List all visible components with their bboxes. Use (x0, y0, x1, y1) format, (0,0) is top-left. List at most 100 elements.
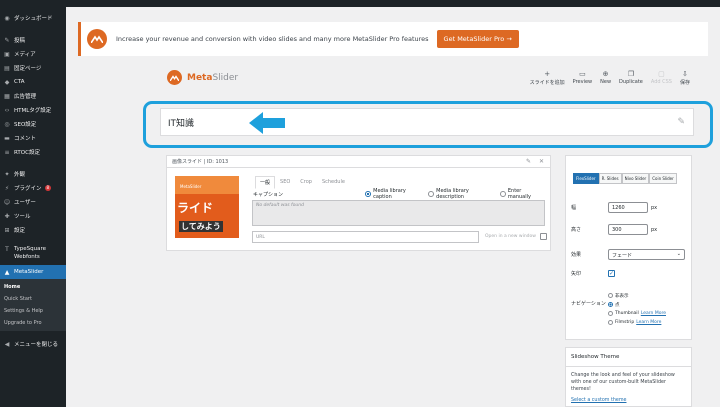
effect-select[interactable]: フェード ⌄ (608, 249, 685, 260)
sidebar-item-comments[interactable]: ▬ コメント (0, 131, 66, 145)
submenu-quick-start[interactable]: Quick Start (0, 293, 66, 305)
get-pro-button[interactable]: Get MetaSlider Pro → (436, 30, 519, 48)
preview-icon: ▭ (579, 70, 586, 78)
nav-option-filmstrip[interactable]: Filmstrip Learn More (608, 318, 666, 327)
slide-editor: 画像スライド | ID: 1013 ✎ ✕ MetaSlider ライド してみよ… (166, 155, 551, 251)
sidebar-item-tools[interactable]: ✚ ツール (0, 209, 66, 223)
tools-icon: ✚ (4, 212, 10, 220)
height-row: 高さ 300 px (571, 224, 657, 235)
metaslider-logo-icon (167, 70, 182, 85)
metaslider-icon: ▲ (4, 268, 10, 276)
sidebar-item-plugins[interactable]: ⚡ プラグイン 8 (0, 181, 66, 195)
dashboard-icon: ◉ (4, 14, 10, 22)
height-input[interactable]: 300 (608, 224, 648, 235)
close-icon[interactable]: ✕ (539, 158, 544, 165)
url-input[interactable]: URL (252, 231, 479, 243)
sidebar-item-users[interactable]: ☺ ユーザー (0, 195, 66, 209)
sidebar-item-typesquare-sub: Webfonts (14, 254, 40, 260)
header-toolbar: + スライドを追加 ▭ Preview ⊕ New ❐ Duplicate ▢ Add C… (530, 70, 690, 86)
caption-row: キャプション Media library caption Media libra… (253, 188, 549, 200)
sidebar-item-media[interactable]: ▣ メディア (0, 47, 66, 61)
seo-icon: ◎ (4, 120, 10, 128)
duplicate-button[interactable]: ❐ Duplicate (619, 70, 643, 86)
caption-textarea[interactable]: No default was found (252, 200, 545, 226)
sidebar-item-html[interactable]: ‹› HTMLタグ設定 (0, 103, 66, 117)
add-css-button[interactable]: ▢ Add CSS (651, 70, 672, 86)
metaslider-submenu: Home Quick Start Settings & Help Upgrade… (0, 279, 66, 331)
learn-more-link[interactable]: Learn More (636, 320, 661, 325)
admin-sidebar: ◉ ダッシュボード ✎ 投稿 ▣ メディア ▤ 固定ページ ◆ CTA ▦ 広告管理 ‹› H… (0, 7, 66, 407)
metaslider-logo-icon (87, 29, 107, 49)
new-icon: ⊕ (602, 70, 609, 78)
sidebar-item-metaslider[interactable]: ▲ MetaSlider (0, 265, 66, 279)
chevron-down-icon: ⌄ (676, 251, 681, 257)
theme-title: Slideshow Theme (566, 348, 691, 367)
width-row: 幅 1260 px (571, 202, 657, 213)
cta-icon: ◆ (4, 78, 10, 86)
highlight-frame (143, 101, 713, 148)
preview-button[interactable]: ▭ Preview (573, 70, 592, 86)
collapse-icon: ◀ (4, 340, 10, 348)
metaslider-brand: MetaSlider (167, 70, 238, 85)
arrows-checkbox[interactable]: ✓ (608, 270, 615, 277)
nav-option-thumbnail[interactable]: Thumbnail Learn More (608, 309, 666, 318)
pencil-icon[interactable]: ✎ (526, 158, 531, 165)
slider-type-switcher: FlexSlider R. Slides Nivo Slider Coin Sl… (573, 173, 677, 184)
effect-row: 効果 フェード ⌄ (571, 249, 685, 260)
radio-media-caption[interactable]: Media library caption (365, 188, 423, 200)
sidebar-item-rtoc[interactable]: ≡ RTOC設定 (0, 145, 66, 159)
submenu-home[interactable]: Home (0, 281, 66, 293)
comment-icon: ▬ (4, 134, 10, 142)
page-icon: ▤ (4, 64, 10, 72)
width-input[interactable]: 1260 (608, 202, 648, 213)
duplicate-icon: ❐ (627, 70, 635, 78)
submenu-upgrade[interactable]: Upgrade to Pro (0, 317, 66, 329)
user-icon: ☺ (3, 198, 11, 206)
ad-icon: ▦ (4, 92, 10, 100)
learn-more-link[interactable]: Learn More (641, 311, 666, 316)
typesquare-icon: T (5, 245, 9, 253)
type-nivo[interactable]: Nivo Slider (621, 173, 650, 184)
sidebar-item-posts[interactable]: ✎ 投稿 (0, 33, 66, 47)
new-button[interactable]: ⊕ New (600, 70, 611, 86)
pin-icon: ✎ (4, 36, 10, 44)
nav-option-hidden[interactable]: 非表示 (608, 291, 666, 300)
navigation-label: ナビゲーション (571, 301, 606, 307)
new-window-option: Open in a new window (485, 233, 547, 240)
sidebar-item-dashboard[interactable]: ◉ ダッシュボード (0, 11, 66, 25)
banner-text: Increase your revenue and conversion wit… (116, 35, 429, 43)
sidebar-item-settings[interactable]: ⊞ 設定 (0, 223, 66, 237)
sidebar-item-typesquare[interactable]: T TypeSquare (0, 245, 66, 253)
slide-thumbnail[interactable]: MetaSlider ライド してみよう (175, 176, 239, 238)
collapse-menu-button[interactable]: ◀ メニューを閉じる (0, 337, 66, 351)
radio-media-description[interactable]: Media library description (428, 188, 495, 200)
pro-upgrade-banner: Increase your revenue and conversion wit… (78, 22, 708, 56)
sidebar-item-pages[interactable]: ▤ 固定ページ (0, 61, 66, 75)
code-icon: ‹› (4, 106, 10, 114)
sidebar-item-appearance[interactable]: ✦ 外観 (0, 167, 66, 181)
nav-option-dots[interactable]: 点 (608, 300, 666, 309)
sidebar-item-seo[interactable]: ◎ SEO設定 (0, 117, 66, 131)
css-icon: ▢ (658, 70, 665, 78)
submenu-settings-help[interactable]: Settings & Help (0, 305, 66, 317)
arrow-pointer-icon (249, 112, 285, 134)
arrows-row: 矢印 ✓ (571, 270, 615, 277)
sidebar-item-ads[interactable]: ▦ 広告管理 (0, 89, 66, 103)
settings-panel: FlexSlider R. Slides Nivo Slider Coin Sl… (565, 155, 692, 340)
add-slide-button[interactable]: + スライドを追加 (530, 70, 565, 86)
theme-panel: Slideshow Theme Change the look and feel… (565, 347, 692, 407)
slide-header: 画像スライド | ID: 1013 ✎ ✕ (167, 156, 550, 168)
type-flexslider[interactable]: FlexSlider (573, 173, 599, 184)
save-icon: ⇩ (682, 70, 688, 78)
radio-enter-manually[interactable]: Enter manually (500, 188, 544, 200)
save-button[interactable]: ⇩ 保存 (680, 70, 690, 86)
select-theme-link[interactable]: Select a custom theme (566, 398, 691, 403)
admin-bar (0, 0, 720, 7)
type-rslides[interactable]: R. Slides (598, 173, 622, 184)
plus-icon: + (544, 70, 551, 78)
plugin-icon: ⚡ (4, 184, 10, 192)
type-coin[interactable]: Coin Slider (649, 173, 677, 184)
sidebar-item-cta[interactable]: ◆ CTA (0, 75, 66, 89)
metaslider-header: MetaSlider + スライドを追加 ▭ Preview ⊕ New ❐ Dupli… (67, 66, 720, 94)
new-window-checkbox[interactable] (539, 233, 547, 240)
